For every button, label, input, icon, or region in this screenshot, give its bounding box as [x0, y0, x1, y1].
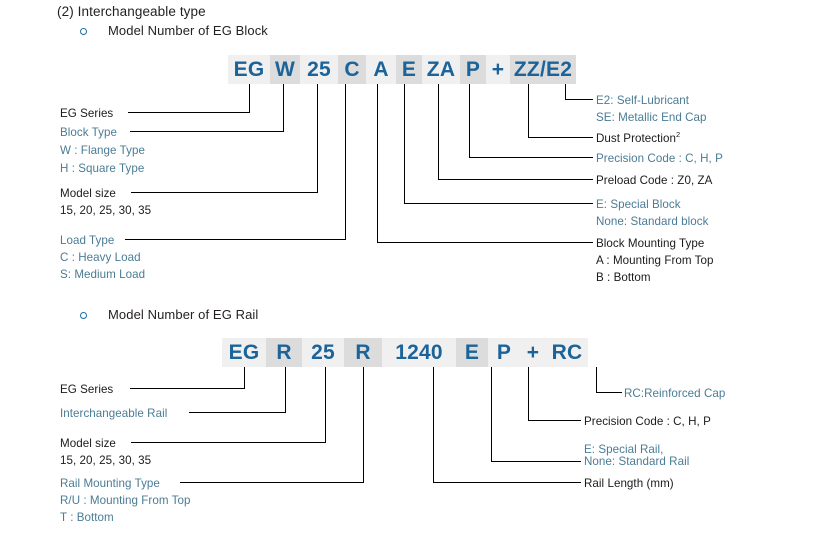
rail-label-reinforced-cap: RC:Reinforced Cap: [624, 387, 726, 400]
leader-line: [345, 84, 346, 239]
block-label-model-size: Model size: [60, 187, 116, 200]
leader-line: [283, 84, 284, 131]
rail-label-rail-mounting-bottom: T : Bottom: [60, 511, 114, 524]
leader-line: [565, 99, 593, 100]
block-label-block-type-h: H : Square Type: [60, 162, 145, 175]
block-label-mounting-bottom: B : Bottom: [596, 271, 651, 284]
block-label-standard-block: None: Standard block: [596, 215, 709, 228]
leader-line: [438, 179, 593, 180]
code-segment-block-mounting: A: [366, 55, 396, 84]
code-segment-dust-protection: ZZ/E2: [510, 55, 576, 84]
rail-label-model-size-values: 15, 20, 25, 30, 35: [60, 454, 152, 467]
block-label-block-type: Block Type: [60, 126, 117, 139]
block-label-e2-self-lubricant: E2: Self-Lubricant: [596, 94, 690, 107]
leader-line: [528, 367, 529, 420]
leader-line: [130, 388, 245, 389]
code-segment-eg: EG: [228, 55, 270, 84]
leader-line: [317, 84, 318, 192]
block-label-special-block: E: Special Block: [596, 198, 681, 211]
leader-line: [131, 192, 318, 193]
leader-line: [491, 367, 492, 461]
leader-line: [125, 239, 346, 240]
rail-code-segment-rail-length: 1240: [382, 338, 456, 367]
code-segment-plus: +: [486, 55, 510, 84]
leader-line: [596, 392, 622, 393]
rail-label-standard-rail: None: Standard Rail: [584, 455, 690, 468]
bullet-icon-rail: [80, 312, 87, 319]
leader-line: [131, 442, 326, 443]
rail-label-interchangeable-rail: Interchangeable Rail: [60, 407, 168, 420]
block-label-se-metallic-end-cap: SE: Metallic End Cap: [596, 111, 707, 124]
leader-line: [244, 367, 245, 388]
block-label-block-type-w: W : Flange Type: [60, 144, 145, 157]
leader-line: [565, 84, 566, 99]
leader-line: [469, 84, 470, 157]
rail-label-eg-series: EG Series: [60, 383, 114, 396]
rail-code-segment-plus: +: [520, 338, 546, 367]
leader-line: [404, 203, 593, 204]
code-segment-precision: P: [460, 55, 486, 84]
block-label-mounting-from-top: A : Mounting From Top: [596, 254, 714, 267]
leader-line: [438, 84, 439, 179]
leader-line: [433, 482, 581, 483]
leader-line: [528, 420, 581, 421]
block-model-number-code: EG W 25 C A E ZA P + ZZ/E2: [228, 55, 576, 84]
rail-label-rail-length: Rail Length (mm): [584, 477, 674, 490]
leader-line: [180, 482, 364, 483]
leader-line: [596, 367, 597, 392]
rail-code-segment-reinforced-cap: RC: [546, 338, 588, 367]
rail-section-title: Model Number of EG Rail: [108, 307, 259, 322]
block-label-load-type: Load Type: [60, 234, 115, 247]
leader-line: [404, 84, 405, 203]
rail-model-number-code: EG R 25 R 1240 E P + RC: [222, 338, 588, 367]
leader-line: [189, 412, 286, 413]
leader-line: [528, 84, 529, 137]
rail-code-segment-eg: EG: [222, 338, 266, 367]
code-segment-load-type: C: [338, 55, 366, 84]
diagram-canvas: (2) Interchangeable type Model Number of…: [0, 0, 815, 539]
rail-code-segment-rail-mounting: R: [344, 338, 382, 367]
leader-line: [377, 242, 593, 243]
code-segment-special-block: E: [396, 55, 422, 84]
block-label-load-type-c: C : Heavy Load: [60, 251, 141, 264]
block-label-dust-protection: Dust Protection2: [596, 130, 681, 145]
leader-line: [285, 367, 286, 412]
block-label-eg-series: EG Series: [60, 107, 114, 120]
rail-label-rail-mounting-type: Rail Mounting Type: [60, 477, 160, 490]
block-label-preload-code: Preload Code : Z0, ZA: [596, 174, 713, 187]
rail-code-segment-model-size: 25: [302, 338, 344, 367]
block-label-load-type-s: S: Medium Load: [60, 268, 146, 281]
rail-label-rail-mounting-top: R/U : Mounting From Top: [60, 494, 191, 507]
bullet-icon-block: [80, 28, 87, 35]
leader-line: [433, 367, 434, 482]
section-heading: (2) Interchangeable type: [57, 4, 206, 19]
leader-line: [469, 157, 593, 158]
block-section-title: Model Number of EG Block: [108, 23, 268, 38]
code-segment-preload: ZA: [422, 55, 460, 84]
block-label-precision-code: Precision Code : C, H, P: [596, 152, 723, 165]
block-label-model-size-values: 15, 20, 25, 30, 35: [60, 204, 152, 217]
leader-line: [377, 84, 378, 242]
rail-code-segment-interchangeable: R: [266, 338, 302, 367]
leader-line: [363, 367, 364, 482]
rail-code-segment-special-rail: E: [456, 338, 488, 367]
code-segment-model-size: 25: [300, 55, 338, 84]
leader-line: [128, 112, 250, 113]
leader-line: [130, 131, 284, 132]
code-segment-block-type: W: [270, 55, 300, 84]
leader-line: [249, 84, 250, 112]
rail-code-segment-precision: P: [488, 338, 520, 367]
block-label-block-mounting-type: Block Mounting Type: [596, 237, 705, 250]
rail-label-precision-code: Precision Code : C, H, P: [584, 415, 711, 428]
leader-line: [325, 367, 326, 442]
leader-line: [491, 461, 581, 462]
rail-label-model-size: Model size: [60, 437, 116, 450]
leader-line: [528, 137, 593, 138]
